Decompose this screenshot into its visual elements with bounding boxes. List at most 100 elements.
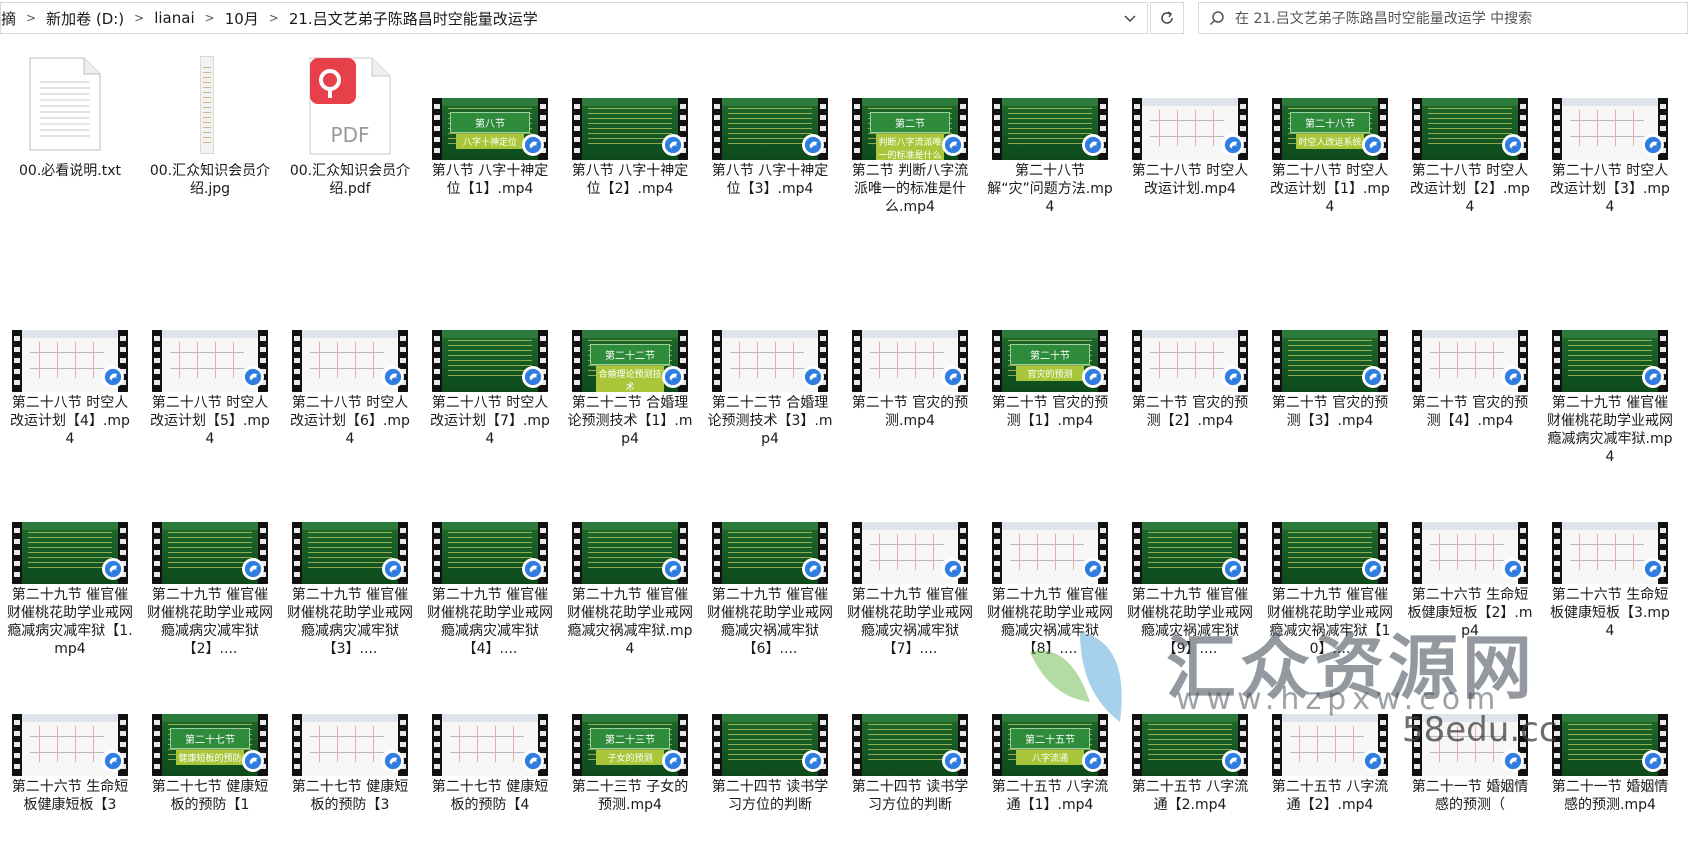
search-box[interactable]: 在 21.吕文艺弟子陈路昌时空能量改运学 中搜索 xyxy=(1198,2,1688,34)
file-name[interactable]: 00.汇众知识会员介绍.pdf xyxy=(280,162,420,198)
breadcrumb-separator-icon[interactable]: > xyxy=(22,11,40,25)
file-item[interactable]: 第八节 八字十神定位【2】.mp4 xyxy=(560,40,700,240)
file-name[interactable]: 第二十五节 八字流通【2】.mp4 xyxy=(1260,778,1400,814)
file-item[interactable]: 第二十九节 催官催财催桃花助学业戒网瘾减病灾减牢狱【1.mp4 xyxy=(0,464,140,664)
file-item[interactable]: 第二十二节 合婚理论预测技术【3】.mp4 xyxy=(700,272,840,472)
file-name[interactable]: 第二十八节 时空人改运计划【5】.mp4 xyxy=(140,394,280,448)
file-name[interactable]: 第二十三节 子女的预测.mp4 xyxy=(560,778,700,814)
file-item[interactable]: 第二十五节 八字流通【2】.mp4 xyxy=(1260,656,1400,856)
breadcrumb-separator-icon[interactable]: > xyxy=(265,11,283,25)
file-item[interactable]: 第二十节 官灾的预测【4】.mp4 xyxy=(1400,272,1540,472)
file-item[interactable]: 第二十九节 催官催财催桃花助学业戒网瘾减病灾减牢狱【3】.... xyxy=(280,464,420,664)
video-thumbnail[interactable] xyxy=(1552,522,1668,584)
file-name[interactable]: 第二十九节 催官催财催桃花助学业戒网瘾减病灾减牢狱【3】.... xyxy=(280,586,420,658)
file-item[interactable]: 第二十节 官灾的预测 第二十节 官灾的预测【1】.mp4 xyxy=(980,272,1120,472)
video-thumbnail[interactable] xyxy=(852,330,968,392)
file-item[interactable]: 第二十六节 生命短板健康短板【3 xyxy=(0,656,140,856)
file-name[interactable]: 第二十一节 婚姻情感的预测.mp4 xyxy=(1540,778,1680,814)
video-thumbnail[interactable] xyxy=(1272,522,1388,584)
breadcrumb-item[interactable]: 摘 xyxy=(1,8,22,29)
file-item[interactable]: 第二十节 官灾的预测【2】.mp4 xyxy=(1120,272,1260,472)
file-name[interactable]: 第八节 八字十神定位【1】.mp4 xyxy=(420,162,560,198)
file-name[interactable]: 第二十九节 催官催财催桃花助学业戒网瘾减灾祸减牢狱【6】.... xyxy=(700,586,840,658)
file-name[interactable]: 00.必看说明.txt xyxy=(0,162,140,180)
video-thumbnail[interactable] xyxy=(432,522,548,584)
file-item[interactable]: 第二十九节 催官催财催桃花助学业戒网瘾减病灾减牢狱.mp4 xyxy=(1540,272,1680,472)
file-name[interactable]: 第二十五节 八字流通【1】.mp4 xyxy=(980,778,1120,814)
file-item[interactable]: 第二十七节 健康短板的预防 第二十七节 健康短板的预防【1 xyxy=(140,656,280,856)
file-name[interactable]: 第二十四节 读书学习方位的判断 xyxy=(840,778,980,814)
file-name[interactable]: 第二十八节 时空人改运计划【4】.mp4 xyxy=(0,394,140,448)
file-name[interactable]: 第二十节 官灾的预测【4】.mp4 xyxy=(1400,394,1540,430)
file-name[interactable]: 第二十九节 催官催财催桃花助学业戒网瘾减灾祸减牢狱【10】.... xyxy=(1260,586,1400,658)
file-item[interactable]: 第二十一节 婚姻情感的预测（ xyxy=(1400,656,1540,856)
video-thumbnail[interactable] xyxy=(152,330,268,392)
file-name[interactable]: 第二十九节 催官催财催桃花助学业戒网瘾减病灾减牢狱【4】.... xyxy=(420,586,560,658)
video-thumbnail[interactable]: 第二节 判断八字流派唯一的标准是什么 xyxy=(852,98,968,160)
file-item[interactable]: 第二十九节 催官催财催桃花助学业戒网瘾减灾祸减牢狱.mp4 xyxy=(560,464,700,664)
file-name[interactable]: 第二十九节 催官催财催桃花助学业戒网瘾减灾祸减牢狱【8】.... xyxy=(980,586,1120,658)
video-thumbnail[interactable] xyxy=(1132,330,1248,392)
file-name[interactable]: 第二十八节 解“灾”问题方法.mp4 xyxy=(980,162,1120,216)
video-thumbnail[interactable]: 第八节 八字十神定位 xyxy=(432,98,548,160)
file-name[interactable]: 第二十一节 婚姻情感的预测（ xyxy=(1400,778,1540,814)
file-name[interactable]: 第二十节 官灾的预测【2】.mp4 xyxy=(1120,394,1260,430)
video-thumbnail[interactable] xyxy=(1552,98,1668,160)
file-name[interactable]: 第八节 八字十神定位【2】.mp4 xyxy=(560,162,700,198)
file-name[interactable]: 第二十节 官灾的预测【1】.mp4 xyxy=(980,394,1120,430)
video-thumbnail[interactable]: 第二十节 官灾的预测 xyxy=(992,330,1108,392)
video-thumbnail[interactable] xyxy=(1412,522,1528,584)
file-name[interactable]: 第二十九节 催官催财催桃花助学业戒网瘾减灾祸减牢狱【7】.... xyxy=(840,586,980,658)
file-item[interactable]: 第二十九节 催官催财催桃花助学业戒网瘾减病灾减牢狱【2】.... xyxy=(140,464,280,664)
file-name[interactable]: 第二十节 官灾的预测.mp4 xyxy=(840,394,980,430)
file-item[interactable]: 第二十节 官灾的预测.mp4 xyxy=(840,272,980,472)
video-thumbnail[interactable] xyxy=(572,522,688,584)
breadcrumb-item[interactable]: lianai xyxy=(148,9,200,27)
file-item[interactable]: 第二十八节 时空人改运计划.mp4 xyxy=(1120,40,1260,240)
video-thumbnail[interactable] xyxy=(1132,98,1248,160)
breadcrumb-separator-icon[interactable]: > xyxy=(130,11,148,25)
chevron-down-icon[interactable] xyxy=(1113,3,1147,33)
file-name[interactable]: 第二十七节 健康短板的预防【1 xyxy=(140,778,280,814)
file-name[interactable]: 第二十二节 合婚理论预测技术【3】.mp4 xyxy=(700,394,840,448)
video-thumbnail[interactable] xyxy=(12,522,128,584)
video-thumbnail[interactable] xyxy=(1552,330,1668,392)
file-item[interactable]: 第二十二节 合婚理论预测技术 第二十二节 合婚理论预测技术【1】.mp4 xyxy=(560,272,700,472)
refresh-button[interactable] xyxy=(1150,2,1184,34)
file-name[interactable]: 第二十七节 健康短板的预防【3 xyxy=(280,778,420,814)
file-item[interactable]: 第二十一节 婚姻情感的预测.mp4 xyxy=(1540,656,1680,856)
video-thumbnail[interactable] xyxy=(1412,714,1528,776)
file-item[interactable]: 第二十九节 催官催财催桃花助学业戒网瘾减灾祸减牢狱【9】.... xyxy=(1120,464,1260,664)
file-item[interactable]: 第二十八节 时空人改运计划【4】.mp4 xyxy=(0,272,140,472)
file-item[interactable]: 第二十九节 催官催财催桃花助学业戒网瘾减灾祸减牢狱【7】.... xyxy=(840,464,980,664)
video-thumbnail[interactable] xyxy=(712,714,828,776)
video-thumbnail[interactable] xyxy=(292,522,408,584)
video-thumbnail[interactable]: 第二十三节 子女的预测 xyxy=(572,714,688,776)
file-name[interactable]: 第二十八节 时空人改运计划【3】.mp4 xyxy=(1540,162,1680,216)
video-thumbnail[interactable] xyxy=(852,522,968,584)
file-name[interactable]: 第二十七节 健康短板的预防【4 xyxy=(420,778,560,814)
file-item[interactable]: 第二十四节 读书学习方位的判断 xyxy=(700,656,840,856)
file-name[interactable]: 第二十八节 时空人改运计划【2】.mp4 xyxy=(1400,162,1540,216)
file-item[interactable]: 第二十九节 催官催财催桃花助学业戒网瘾减灾祸减牢狱【10】.... xyxy=(1260,464,1400,664)
file-item[interactable]: 第二十五节 八字流通【2.mp4 xyxy=(1120,656,1260,856)
file-name[interactable]: 第二十八节 时空人改运计划【7】.mp4 xyxy=(420,394,560,448)
video-thumbnail[interactable] xyxy=(292,330,408,392)
video-thumbnail[interactable] xyxy=(12,330,128,392)
file-item[interactable]: 第二十八节 时空人改运计划【3】.mp4 xyxy=(1540,40,1680,240)
breadcrumb-item[interactable]: 21.吕文艺弟子陈路昌时空能量改运学 xyxy=(283,8,544,29)
file-name[interactable]: 00.汇众知识会员介绍.jpg xyxy=(140,162,280,198)
file-item[interactable]: 第二十七节 健康短板的预防【3 xyxy=(280,656,420,856)
video-thumbnail[interactable]: 第二十八节 时空人改运系统 xyxy=(1272,98,1388,160)
file-item[interactable]: 第二十八节 解“灾”问题方法.mp4 xyxy=(980,40,1120,240)
file-item[interactable]: 第二十四节 读书学习方位的判断 xyxy=(840,656,980,856)
file-item[interactable]: 第八节 八字十神定位【3】.mp4 xyxy=(700,40,840,240)
video-thumbnail[interactable] xyxy=(1412,98,1528,160)
video-thumbnail[interactable] xyxy=(992,98,1108,160)
video-thumbnail[interactable] xyxy=(712,98,828,160)
video-thumbnail[interactable] xyxy=(1132,714,1248,776)
file-name[interactable]: 第二十八节 时空人改运计划【6】.mp4 xyxy=(280,394,420,448)
video-thumbnail[interactable]: 第二十五节 八字流通 xyxy=(992,714,1108,776)
file-item[interactable]: 第八节 八字十神定位 第八节 八字十神定位【1】.mp4 xyxy=(420,40,560,240)
file-name[interactable]: 第二十八节 时空人改运计划.mp4 xyxy=(1120,162,1260,198)
